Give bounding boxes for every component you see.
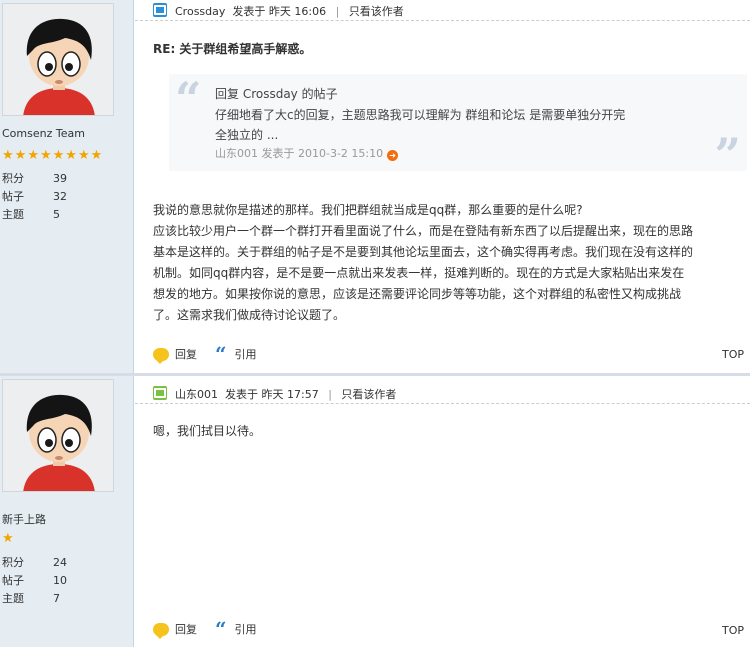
quote-label: 引用 xyxy=(234,623,257,636)
post-2: 新手上路 ★ 积分 24 帖子 10 主题 7 山东001 发表于 昨天 17:57 … xyxy=(0,376,750,647)
star-icon: ★ xyxy=(52,148,65,163)
stat-posts: 帖子 32 xyxy=(2,188,122,204)
open-quote-icon: “ xyxy=(175,72,202,126)
user-group-label: Comsenz Team xyxy=(2,127,85,140)
user-online-icon xyxy=(153,3,167,17)
divider: | xyxy=(328,388,332,401)
stat-label: 积分 xyxy=(2,556,24,569)
author-sidebar: 新手上路 ★ 积分 24 帖子 10 主题 7 xyxy=(0,376,134,647)
quote-meta: 山东001 发表于 2010-3-2 15:10 ➜ xyxy=(215,145,399,161)
post-content: 山东001 发表于 昨天 17:57 | 只看该作者 嗯，我们拭目以待。 回复 … xyxy=(135,376,750,647)
body-line: 基本是这样的。关于群组的帖子是不是要到其他论坛里面去，这个确实得再考虑。我们现在… xyxy=(153,245,694,259)
stat-label: 积分 xyxy=(2,172,24,185)
avatar[interactable] xyxy=(2,3,114,116)
author-sidebar: Comsenz Team ★ ★ ★ ★ ★ ★ ★ ★ 积分 39 帖子 32 主… xyxy=(0,0,134,373)
star-icon: ★ xyxy=(2,531,14,546)
star-icon: ★ xyxy=(77,148,90,163)
reply-label: 回复 xyxy=(175,348,197,361)
quote-icon: “ xyxy=(215,617,227,641)
stat-value[interactable]: 24 xyxy=(53,556,67,569)
post-time: 发表于 昨天 16:06 xyxy=(232,5,327,18)
post-body: 嗯，我们拭目以待。 xyxy=(153,421,261,442)
star-icon: ★ xyxy=(39,148,52,163)
reply-icon xyxy=(153,347,169,364)
stat-value[interactable]: 32 xyxy=(53,190,67,203)
rank-stars: ★ ★ ★ ★ ★ ★ ★ ★ xyxy=(2,149,102,162)
avatar-image xyxy=(3,4,113,115)
reply-button[interactable]: 回复 xyxy=(153,621,197,639)
post-content: Crossday 发表于 昨天 16:06 | 只看该作者 RE: 关于群组希望… xyxy=(135,0,750,373)
body-line: 了。这需求我们做成待讨论议题了。 xyxy=(153,308,346,322)
back-to-top-link[interactable]: TOP xyxy=(722,624,744,637)
stat-value[interactable]: 10 xyxy=(53,574,67,587)
stat-value[interactable]: 7 xyxy=(53,592,60,605)
stat-value[interactable]: 39 xyxy=(53,172,67,185)
post-time: 发表于 昨天 17:57 xyxy=(225,388,319,401)
quote-meta-text: 山东001 发表于 2010-3-2 15:10 xyxy=(215,147,384,160)
avatar[interactable] xyxy=(2,379,114,492)
reply-button[interactable]: 回复 xyxy=(153,346,197,364)
quote-icon: “ xyxy=(215,342,227,366)
close-quote-icon: ” xyxy=(714,128,741,182)
quote-label: 引用 xyxy=(234,348,257,361)
stat-label: 帖子 xyxy=(2,190,24,203)
post-meta: Crossday 发表于 昨天 16:06 | 只看该作者 xyxy=(175,3,404,19)
avatar-image xyxy=(3,380,113,491)
quote-button[interactable]: “ 引用 xyxy=(215,617,257,641)
rank-stars: ★ xyxy=(2,532,14,545)
back-to-top-link[interactable]: TOP xyxy=(722,348,744,361)
divider: | xyxy=(335,5,340,18)
stat-posts: 帖子 10 xyxy=(2,572,122,588)
body-line: 我说的意思就你是描述的那样。我们把群组就当成是qq群，那么重要的是什么呢? xyxy=(153,203,583,217)
post-1: Comsenz Team ★ ★ ★ ★ ★ ★ ★ ★ 积分 39 帖子 32 主… xyxy=(0,0,750,373)
quote-block: “ ” 回复 Crossday 的帖子 仔细地看了大c的回复，主题思路我可以理解… xyxy=(169,72,747,178)
star-icon: ★ xyxy=(90,148,103,163)
stat-threads: 主题 5 xyxy=(2,206,122,222)
body-line: 应该比较少用户一个群一个群打开看里面说了什么，而是在登陆有新东西了以后提醒出来，… xyxy=(153,224,694,238)
star-icon: ★ xyxy=(2,148,14,163)
star-icon: ★ xyxy=(65,148,77,163)
body-line: 机制。如同qq群内容，是不是要一点就出来发表一样，挺难判断的。现在的方式是大家粘… xyxy=(153,266,685,280)
post-title: RE: 关于群组希望高手解惑。 xyxy=(153,42,312,56)
user-group-label: 新手上路 xyxy=(2,513,46,526)
post-header: 山东001 发表于 昨天 17:57 | 只看该作者 xyxy=(135,383,750,404)
stat-points: 积分 39 xyxy=(2,170,122,186)
goto-post-icon[interactable]: ➜ xyxy=(387,150,399,161)
stat-label: 主题 xyxy=(2,592,24,605)
post-body: 我说的意思就你是描述的那样。我们把群组就当成是qq群，那么重要的是什么呢? 应该… xyxy=(153,200,693,326)
author-link[interactable]: Crossday xyxy=(175,5,225,18)
reply-label: 回复 xyxy=(175,623,197,636)
star-icon: ★ xyxy=(27,148,39,163)
star-icon: ★ xyxy=(14,148,27,163)
stat-label: 帖子 xyxy=(2,574,24,587)
quote-line: 全独立的 ... xyxy=(215,128,279,142)
stat-points: 积分 24 xyxy=(2,554,122,570)
quote-button[interactable]: “ 引用 xyxy=(215,342,257,366)
quote-line: 仔细地看了大c的回复，主题思路我可以理解为 群组和论坛 是需要单独分开完 xyxy=(215,108,626,122)
post-actions: 回复 “ 引用 xyxy=(153,617,750,641)
stat-value[interactable]: 5 xyxy=(53,208,60,221)
quote-header[interactable]: 回复 Crossday 的帖子 xyxy=(215,85,338,102)
post-meta: 山东001 发表于 昨天 17:57 | 只看该作者 xyxy=(175,386,396,402)
stat-label: 主题 xyxy=(2,208,24,221)
user-offline-icon xyxy=(153,386,167,400)
body-line: 嗯，我们拭目以待。 xyxy=(153,424,262,438)
only-author-link[interactable]: 只看该作者 xyxy=(349,5,404,18)
author-link[interactable]: 山东001 xyxy=(175,388,218,401)
reply-icon xyxy=(153,622,169,639)
post-header: Crossday 发表于 昨天 16:06 | 只看该作者 xyxy=(135,0,750,21)
post-actions: 回复 “ 引用 xyxy=(153,342,750,366)
only-author-link[interactable]: 只看该作者 xyxy=(341,388,396,401)
body-line: 想发的地方。如果按你说的意思，应该是还需要评论同步等等功能，这个对群组的私密性又… xyxy=(153,287,682,301)
stat-threads: 主题 7 xyxy=(2,590,122,606)
